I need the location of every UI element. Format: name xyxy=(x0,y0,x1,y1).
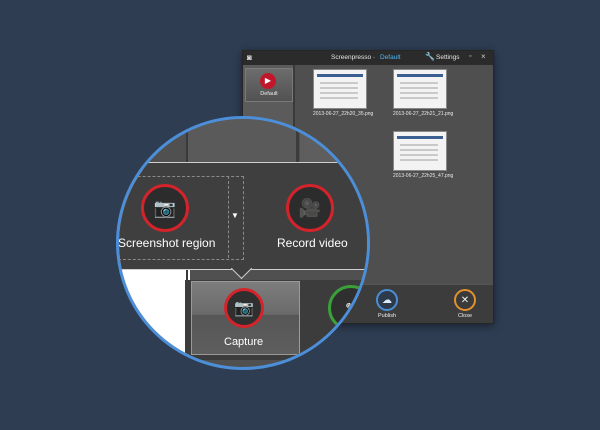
close-button[interactable]: ✕ Close xyxy=(445,289,485,319)
thumbnail-item[interactable]: 2013-06-27_22h20_35.png xyxy=(313,69,374,117)
minimize-button[interactable]: ▫ xyxy=(469,53,471,60)
close-window-button[interactable]: × xyxy=(481,52,486,61)
thumbnail-image xyxy=(313,69,367,109)
wrench-icon[interactable]: 🔧 xyxy=(425,52,435,61)
close-label: Close xyxy=(457,313,473,319)
settings-button[interactable]: Settings xyxy=(436,54,460,61)
camera-icon[interactable]: 📷 xyxy=(141,184,189,232)
capture-label[interactable]: Capture xyxy=(224,336,263,348)
publish-label: Publish xyxy=(377,313,397,319)
close-icon: ✕ xyxy=(454,289,476,311)
thumbnail-filename: 2013-06-27_22h25_47.png xyxy=(393,173,454,179)
magnifier-lens: ▼ 📷 Screenshot region 🎥 Record video 📷 C… xyxy=(116,116,370,370)
publish-button[interactable]: ☁ Publish xyxy=(367,289,407,319)
profile-card-default[interactable]: ▶ Default xyxy=(245,68,293,102)
screenpresso-logo-icon: ▶ xyxy=(260,73,276,89)
profile-link[interactable]: Default xyxy=(380,54,401,61)
window-title: Screenpresso xyxy=(331,54,372,61)
magnified-content: ▼ 📷 Screenshot region 🎥 Record video 📷 C… xyxy=(119,119,367,367)
screenshot-region-label[interactable]: Screenshot region xyxy=(119,236,215,250)
chevron-down-icon[interactable]: ▼ xyxy=(231,211,239,220)
thumbnail-filename: 2013-06-27_22h20_35.png xyxy=(313,111,374,117)
camera-icon[interactable]: ◙ xyxy=(247,53,252,62)
title-separator: - xyxy=(373,54,376,61)
split-divider xyxy=(228,176,230,258)
edit-icon[interactable]: ✎ xyxy=(328,285,367,331)
thumbnail-item[interactable]: 2013-06-27_22h21_21.png xyxy=(393,69,454,117)
thumbnail-image xyxy=(393,131,447,171)
thumbnail-image xyxy=(393,69,447,109)
video-camera-icon[interactable]: 🎥 xyxy=(286,184,334,232)
thumbnail-item[interactable]: 2013-06-27_22h25_47.png xyxy=(393,131,454,179)
profile-card-label: Default xyxy=(260,91,278,97)
title-bar[interactable]: ◙ Screenpresso - Default 🔧 Settings ▫ × xyxy=(243,51,493,65)
record-video-label[interactable]: Record video xyxy=(277,236,348,250)
thumbnail-filename: 2013-06-27_22h21_21.png xyxy=(393,111,454,117)
camera-icon[interactable]: 📷 xyxy=(224,288,264,328)
cloud-upload-icon: ☁ xyxy=(376,289,398,311)
